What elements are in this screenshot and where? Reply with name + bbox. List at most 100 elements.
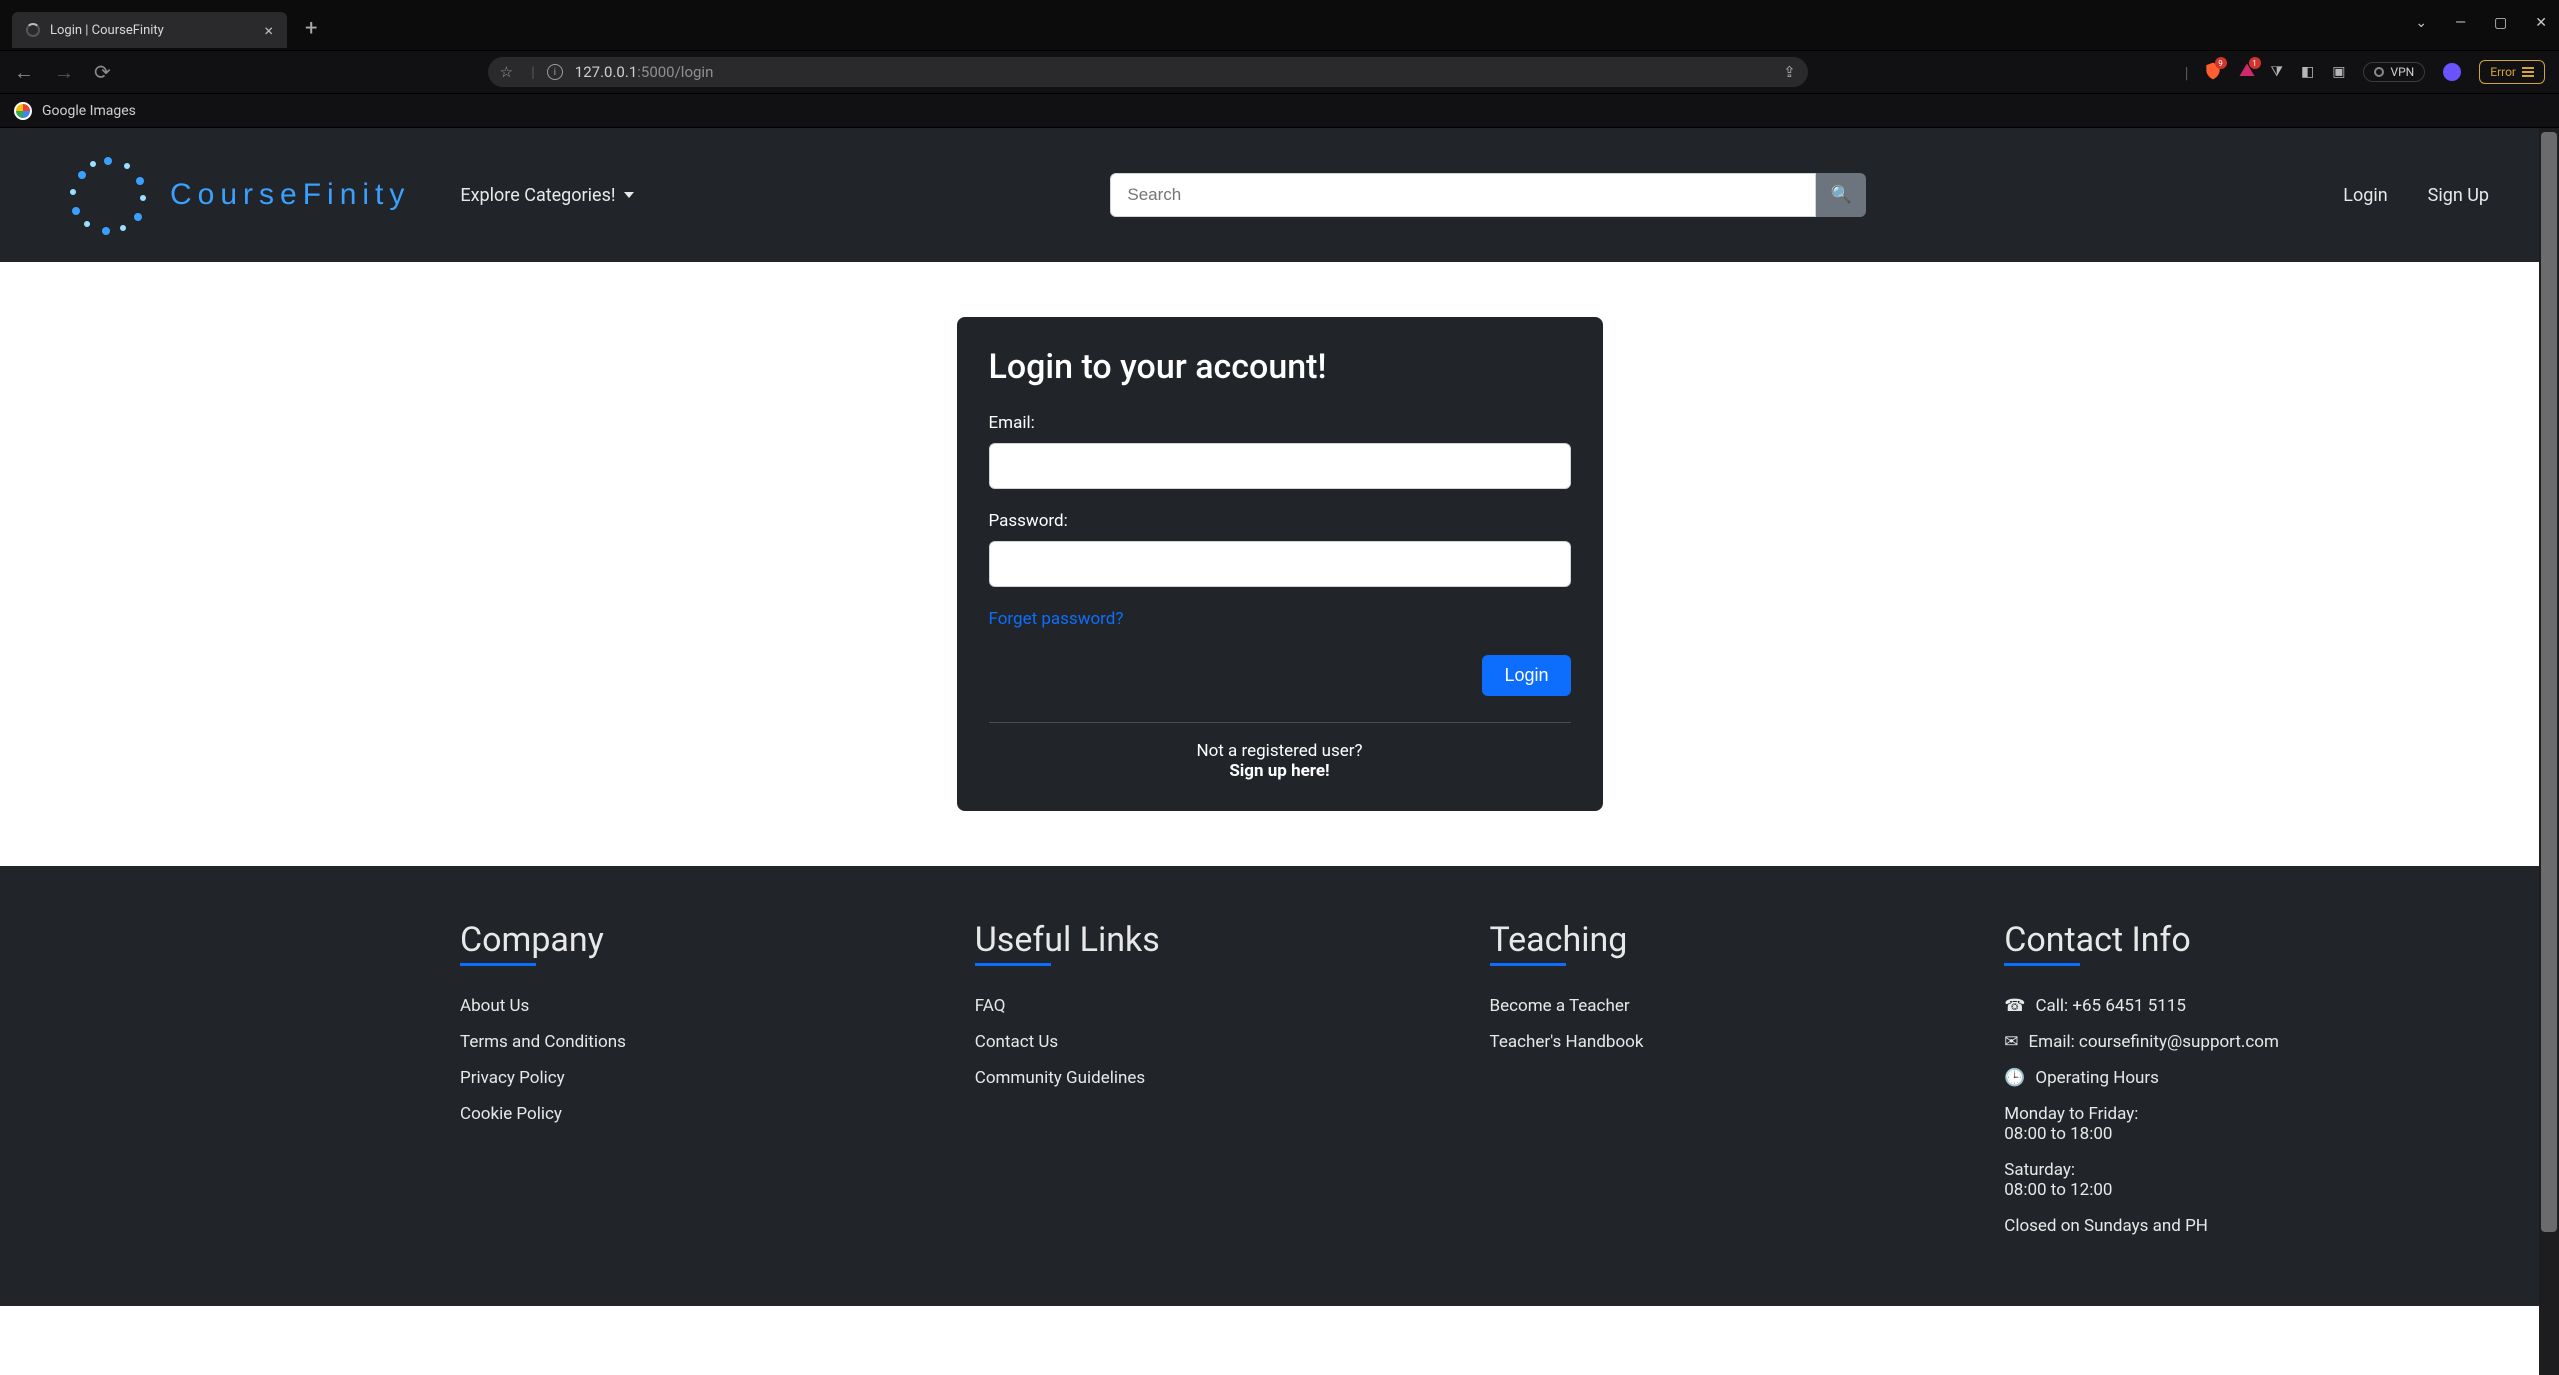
share-icon[interactable]: ⇪ xyxy=(1783,63,1796,81)
footer-link-community[interactable]: Community Guidelines xyxy=(975,1068,1145,1088)
reload-icon[interactable]: ⟳ xyxy=(94,60,111,85)
address-bar[interactable]: ☆ | i 127.0.0.1:5000/login ⇪ xyxy=(488,57,1808,87)
brave-rewards-icon[interactable]: 1 xyxy=(2237,61,2257,83)
nav-arrows: ← → ⟳ xyxy=(14,60,111,85)
footer-link-privacy[interactable]: Privacy Policy xyxy=(460,1068,565,1088)
menu-button[interactable]: Error xyxy=(2479,60,2545,84)
shields-badge: 9 xyxy=(2215,57,2227,69)
browser-toolbar: ← → ⟳ ☆ | i 127.0.0.1:5000/login ⇪ | 9 1… xyxy=(0,50,2559,94)
password-group: Password: xyxy=(989,511,1571,587)
site-footer: Company About Us Terms and Conditions Pr… xyxy=(0,866,2559,1306)
site-info-icon[interactable]: i xyxy=(547,64,563,80)
footer-useful: Useful Links FAQ Contact Us Community Gu… xyxy=(975,920,1450,1252)
maximize-icon[interactable]: ▢ xyxy=(2494,15,2507,31)
divider xyxy=(989,722,1571,723)
email-group: Email: xyxy=(989,413,1571,489)
footer-link-teacher-handbook[interactable]: Teacher's Handbook xyxy=(1490,1032,1644,1052)
footer-company-title: Company xyxy=(460,920,604,960)
hours-sat-time: 08:00 to 12:00 xyxy=(2004,1180,2479,1200)
nav-links: Login Sign Up xyxy=(2343,185,2489,206)
brand-text: CourseFinity xyxy=(170,178,410,212)
extensions-icon[interactable]: ⧩ xyxy=(2271,64,2284,80)
vpn-label: VPN xyxy=(2390,65,2414,79)
tab-strip: Login | CourseFinity × + ⌄ — ▢ ✕ xyxy=(0,0,2559,50)
footer-company: Company About Us Terms and Conditions Pr… xyxy=(80,920,935,1252)
forgot-password-link[interactable]: Forget password? xyxy=(989,609,1124,629)
sidepanel-icon[interactable]: ◧ xyxy=(2301,64,2314,80)
footer-contact-title: Contact Info xyxy=(2004,920,2191,960)
explore-categories-dropdown[interactable]: Explore Categories! xyxy=(460,185,633,206)
bookmark-google-images[interactable]: Google Images xyxy=(42,103,136,119)
brand-logo-icon xyxy=(70,157,146,233)
chevron-down-icon[interactable]: ⌄ xyxy=(2415,15,2427,31)
page-content: Login to your account! Email: Password: … xyxy=(0,262,2559,1375)
caret-down-icon xyxy=(624,192,634,198)
bookmark-icon[interactable]: ☆ xyxy=(500,63,513,81)
url-text: 127.0.0.1:5000/login xyxy=(575,63,714,81)
error-label: Error xyxy=(2490,65,2516,79)
mail-icon xyxy=(2004,1032,2018,1052)
footer-link-faq[interactable]: FAQ xyxy=(975,996,1006,1016)
password-label: Password: xyxy=(989,511,1571,531)
profile-icon[interactable] xyxy=(2443,63,2461,81)
signup-cta: Not a registered user? Sign up here! xyxy=(989,741,1571,781)
search-form: 🔍 xyxy=(1110,173,1866,217)
site-navbar: CourseFinity Explore Categories! 🔍 Login… xyxy=(0,128,2559,262)
minimize-icon[interactable]: — xyxy=(2455,15,2466,31)
scroll-thumb[interactable] xyxy=(2541,132,2557,1232)
hours-closed: Closed on Sundays and PH xyxy=(2004,1216,2479,1236)
footer-link-become-teacher[interactable]: Become a Teacher xyxy=(1490,996,1630,1016)
contact-hours: Operating Hours xyxy=(2035,1068,2159,1088)
explore-label: Explore Categories! xyxy=(460,185,615,206)
nav-signup[interactable]: Sign Up xyxy=(2428,185,2489,206)
wallet-icon[interactable]: ▣ xyxy=(2332,64,2345,80)
footer-contact: Contact Info Call: +65 6451 5115 Email: … xyxy=(2004,920,2479,1252)
brand-link[interactable]: CourseFinity xyxy=(70,157,410,233)
brave-shields-icon[interactable]: 9 xyxy=(2203,61,2223,83)
browser-tab[interactable]: Login | CourseFinity × xyxy=(12,12,287,48)
hamburger-icon xyxy=(2522,67,2534,77)
contact-email: Email: coursefinity@support.com xyxy=(2029,1032,2279,1052)
contact-call: Call: +65 6451 5115 xyxy=(2035,996,2186,1016)
search-button[interactable]: 🔍 xyxy=(1816,173,1866,217)
footer-link-about[interactable]: About Us xyxy=(460,996,529,1016)
email-field[interactable] xyxy=(989,443,1571,489)
google-favicon-icon xyxy=(14,102,32,120)
vpn-button[interactable]: VPN xyxy=(2363,62,2425,82)
login-card: Login to your account! Email: Password: … xyxy=(957,317,1603,811)
login-button[interactable]: Login xyxy=(1482,655,1570,696)
tab-title: Login | CourseFinity xyxy=(50,23,164,38)
hours-monfri: Monday to Friday: xyxy=(2004,1104,2479,1124)
signup-here-link[interactable]: Sign up here! xyxy=(1229,761,1329,781)
footer-link-contact[interactable]: Contact Us xyxy=(975,1032,1058,1052)
not-registered-text: Not a registered user? xyxy=(989,741,1571,761)
close-tab-icon[interactable]: × xyxy=(264,21,273,40)
search-input[interactable] xyxy=(1110,173,1816,217)
email-label: Email: xyxy=(989,413,1571,433)
close-window-icon[interactable]: ✕ xyxy=(2535,15,2547,31)
new-tab-button[interactable]: + xyxy=(305,16,317,41)
login-section: Login to your account! Email: Password: … xyxy=(0,262,2559,866)
bookmarks-bar: Google Images xyxy=(0,94,2559,128)
toolbar-right: ⧩ ◧ ▣ VPN Error xyxy=(2271,60,2546,84)
url-path: :5000/login xyxy=(637,63,713,81)
rewards-badge: 1 xyxy=(2249,57,2261,69)
search-icon: 🔍 xyxy=(1831,185,1852,204)
loading-spinner-icon xyxy=(26,23,40,37)
window-controls: ⌄ — ▢ ✕ xyxy=(2415,15,2547,31)
url-host: 127.0.0.1 xyxy=(575,63,637,81)
footer-teaching: Teaching Become a Teacher Teacher's Hand… xyxy=(1490,920,1965,1252)
footer-link-cookie[interactable]: Cookie Policy xyxy=(460,1104,562,1124)
footer-teaching-title: Teaching xyxy=(1490,920,1628,960)
back-icon[interactable]: ← xyxy=(14,60,34,85)
page-scrollbar[interactable] xyxy=(2539,128,2559,1375)
login-heading: Login to your account! xyxy=(989,347,1571,387)
footer-link-terms[interactable]: Terms and Conditions xyxy=(460,1032,626,1052)
hours-monfri-time: 08:00 to 18:00 xyxy=(2004,1124,2479,1144)
nav-login[interactable]: Login xyxy=(2343,185,2387,206)
hours-sat: Saturday: xyxy=(2004,1160,2479,1180)
clock-icon xyxy=(2004,1068,2025,1088)
phone-icon xyxy=(2004,996,2025,1016)
footer-useful-title: Useful Links xyxy=(975,920,1160,960)
password-field[interactable] xyxy=(989,541,1571,587)
